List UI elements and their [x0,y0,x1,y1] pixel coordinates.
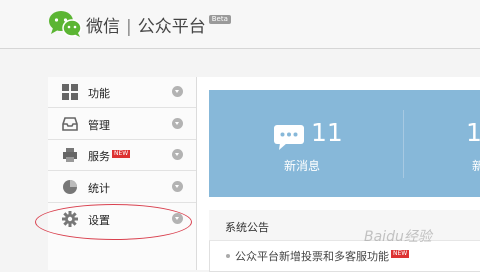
brand-title: 微信 | 公众平台 Beta [86,12,231,37]
sidebar-item-label: 设置 [88,214,110,227]
printer-icon [62,147,78,163]
sidebar-item-label: 管理 [88,119,110,132]
sidebar-item-manage[interactable]: 管理 [48,109,196,140]
sidebar-item-label: 服务 NEW [88,150,131,163]
chevron-down-icon[interactable] [172,213,183,224]
pie-chart-icon [62,179,78,195]
chevron-down-icon[interactable] [172,149,183,160]
sidebar-item-label: 统计 [88,182,110,195]
grid-icon [62,84,78,100]
new-messages-count[interactable]: 11 [311,118,343,147]
chevron-down-icon[interactable] [172,118,183,129]
chevron-down-icon[interactable] [172,86,183,97]
second-stat-count[interactable]: 1 [466,118,480,147]
product-name: 公众平台 [137,17,206,37]
top-header: 微信 | 公众平台 Beta [0,0,480,49]
watermark: Baidu经验 [364,229,432,245]
second-stat-label[interactable]: 新 [472,157,480,174]
brand-name: 微信 [86,17,120,37]
stats-divider [403,110,404,178]
chevron-down-icon[interactable] [172,181,183,192]
stats-panel [209,90,480,197]
new-messages-label[interactable]: 新消息 [284,157,320,174]
sidebar-item-stats[interactable]: 统计 [48,172,196,203]
wechat-logo-icon[interactable] [47,10,83,42]
notice-item-link[interactable]: 公众平台新增投票和多客服功能 NEW [235,248,410,264]
sidebar-item-settings[interactable]: 设置 [48,204,196,234]
message-bubble-icon[interactable] [274,125,304,155]
beta-badge: Beta [208,15,231,24]
system-notice-title: 系统公告 [225,221,269,234]
sidebar-item-label: 功能 [88,87,110,100]
sidebar-item-features[interactable]: 功能 [48,77,196,108]
inbox-icon [62,116,78,132]
bullet-icon [226,254,230,258]
new-badge: NEW [112,150,131,158]
sidebar-nav: 功能 管理 服务 NEW 统计 设置 [48,77,197,270]
new-badge: NEW [391,250,410,258]
gear-icon [62,211,78,227]
sidebar-item-service[interactable]: 服务 NEW [48,140,196,171]
brand-separator: | [126,17,132,37]
